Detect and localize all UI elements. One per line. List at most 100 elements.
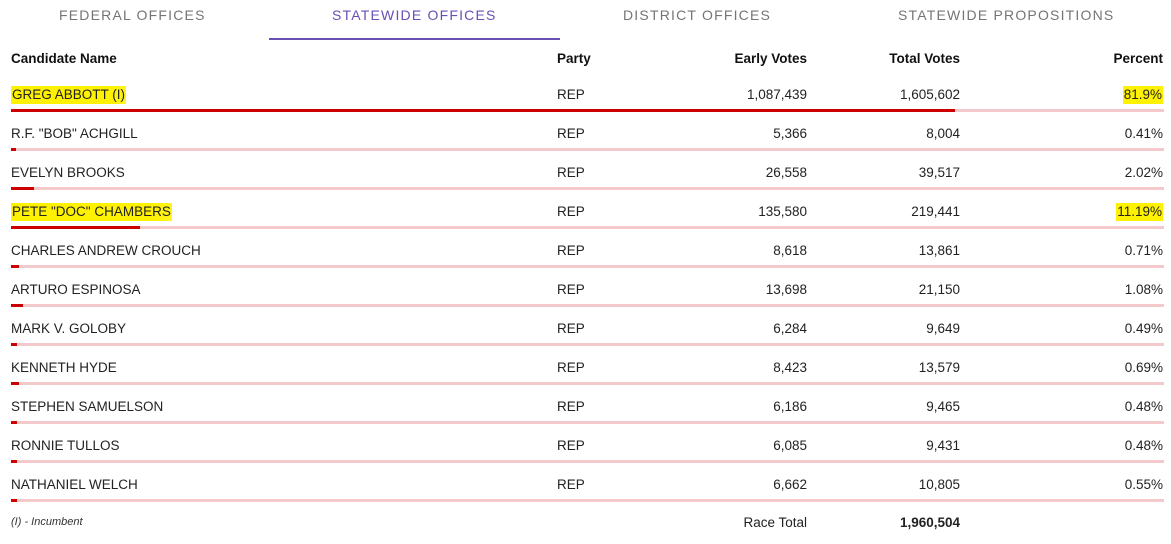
early-votes: 8,618 bbox=[773, 243, 807, 258]
candidate-name: ARTURO ESPINOSA bbox=[11, 282, 141, 297]
candidate-party: REP bbox=[557, 165, 585, 180]
candidate-party: REP bbox=[557, 477, 585, 492]
candidate-name: PETE "DOC" CHAMBERS bbox=[11, 203, 172, 221]
candidate-name: MARK V. GOLOBY bbox=[11, 321, 127, 336]
vote-share-bar-track bbox=[11, 343, 1164, 346]
candidate-name: KENNETH HYDE bbox=[11, 360, 117, 375]
vote-share-bar-track bbox=[11, 226, 1164, 229]
total-votes: 9,465 bbox=[926, 399, 960, 414]
vote-share-bar-track bbox=[11, 460, 1164, 463]
percent-value: 0.41% bbox=[1124, 126, 1163, 141]
candidate-party: REP bbox=[557, 282, 585, 297]
vote-share-bar-track bbox=[11, 148, 1164, 151]
percent-value: 0.55% bbox=[1124, 477, 1163, 492]
vote-share-bar-track bbox=[11, 382, 1164, 385]
candidate-name: STEPHEN SAMUELSON bbox=[11, 399, 164, 414]
vote-share-bar-track bbox=[11, 304, 1164, 307]
vote-share-bar bbox=[11, 421, 17, 424]
total-votes: 13,579 bbox=[918, 360, 960, 375]
vote-share-bar bbox=[11, 265, 20, 268]
early-votes: 6,662 bbox=[773, 477, 807, 492]
early-votes: 26,558 bbox=[765, 165, 807, 180]
early-votes: 13,698 bbox=[765, 282, 807, 297]
race-total-label: Race Total bbox=[743, 515, 807, 530]
candidate-party: REP bbox=[557, 243, 585, 258]
candidate-party: REP bbox=[557, 126, 585, 141]
total-votes: 9,649 bbox=[926, 321, 960, 336]
table-row: KENNETH HYDE REP 8,423 13,579 0.69% bbox=[0, 359, 1171, 398]
percent-value: 0.71% bbox=[1124, 243, 1163, 258]
table-row: RONNIE TULLOS REP 6,085 9,431 0.48% bbox=[0, 437, 1171, 476]
vote-share-bar bbox=[11, 109, 956, 112]
header-percent[interactable]: Percent bbox=[1113, 51, 1163, 66]
candidate-name: RONNIE TULLOS bbox=[11, 438, 120, 453]
percent-value: 0.49% bbox=[1124, 321, 1163, 336]
percent-value: 2.02% bbox=[1124, 165, 1163, 180]
vote-share-bar bbox=[11, 187, 35, 190]
table-row: PETE "DOC" CHAMBERS REP 135,580 219,441 11.1… bbox=[0, 203, 1171, 242]
candidate-name: EVELYN BROOKS bbox=[11, 165, 125, 180]
candidate-party: REP bbox=[557, 438, 585, 453]
candidate-party: REP bbox=[557, 399, 585, 414]
vote-share-bar-track bbox=[11, 499, 1164, 502]
total-votes: 8,004 bbox=[926, 126, 960, 141]
table-row: NATHANIEL WELCH REP 6,662 10,805 0.55% bbox=[0, 476, 1171, 515]
percent-value: 81.9% bbox=[1122, 86, 1163, 104]
vote-share-bar bbox=[11, 343, 17, 346]
tab-district-offices[interactable]: DISTRICT OFFICES bbox=[623, 7, 771, 23]
table-row: MARK V. GOLOBY REP 6,284 9,649 0.49% bbox=[0, 320, 1171, 359]
candidate-name: CHARLES ANDREW CROUCH bbox=[11, 243, 201, 258]
early-votes: 5,366 bbox=[773, 126, 807, 141]
early-votes: 8,423 bbox=[773, 360, 807, 375]
table-row: GREG ABBOTT (I) REP 1,087,439 1,605,602 81.9… bbox=[0, 86, 1171, 125]
early-votes: 6,186 bbox=[773, 399, 807, 414]
candidate-name: NATHANIEL WELCH bbox=[11, 477, 138, 492]
header-total-votes[interactable]: Total Votes bbox=[889, 51, 960, 66]
early-votes: 1,087,439 bbox=[746, 87, 807, 102]
table-row: EVELYN BROOKS REP 26,558 39,517 2.02% bbox=[0, 164, 1171, 203]
total-votes: 1,605,602 bbox=[899, 87, 960, 102]
total-votes: 39,517 bbox=[918, 165, 960, 180]
vote-share-bar-track bbox=[11, 421, 1164, 424]
tab-statewide-offices[interactable]: STATEWIDE OFFICES bbox=[332, 7, 497, 23]
header-party[interactable]: Party bbox=[557, 51, 591, 66]
percent-value: 11.19% bbox=[1116, 203, 1163, 221]
candidate-party: REP bbox=[557, 360, 585, 375]
early-votes: 6,284 bbox=[773, 321, 807, 336]
vote-share-bar bbox=[11, 304, 24, 307]
percent-value: 1.08% bbox=[1124, 282, 1163, 297]
early-votes: 6,085 bbox=[773, 438, 807, 453]
tab-federal-offices[interactable]: FEDERAL OFFICES bbox=[59, 7, 206, 23]
total-votes: 10,805 bbox=[918, 477, 960, 492]
header-early-votes[interactable]: Early Votes bbox=[734, 51, 807, 66]
candidate-name: R.F. "BOB" ACHGILL bbox=[11, 126, 138, 141]
table-row: STEPHEN SAMUELSON REP 6,186 9,465 0.48% bbox=[0, 398, 1171, 437]
candidate-party: REP bbox=[557, 204, 585, 219]
vote-share-bar-track bbox=[11, 109, 1164, 112]
percent-value: 0.48% bbox=[1124, 399, 1163, 414]
race-total-value: 1,960,504 bbox=[899, 515, 960, 530]
header-candidate-name[interactable]: Candidate Name bbox=[11, 51, 117, 66]
office-tabs: FEDERAL OFFICES STATEWIDE OFFICES DISTRI… bbox=[0, 0, 1171, 40]
incumbent-note: (I) - Incumbent bbox=[11, 516, 83, 528]
vote-share-bar-track bbox=[11, 187, 1164, 190]
table-row: R.F. "BOB" ACHGILL REP 5,366 8,004 0.41% bbox=[0, 125, 1171, 164]
candidate-party: REP bbox=[557, 321, 585, 336]
early-votes: 135,580 bbox=[758, 204, 807, 219]
vote-share-bar bbox=[11, 382, 19, 385]
vote-share-bar bbox=[11, 148, 16, 151]
total-votes: 21,150 bbox=[918, 282, 960, 297]
table-row: ARTURO ESPINOSA REP 13,698 21,150 1.08% bbox=[0, 281, 1171, 320]
tab-statewide-propositions[interactable]: STATEWIDE PROPOSITIONS bbox=[898, 7, 1114, 23]
total-votes: 13,861 bbox=[918, 243, 960, 258]
percent-value: 0.69% bbox=[1124, 360, 1163, 375]
total-votes: 219,441 bbox=[911, 204, 960, 219]
vote-share-bar bbox=[11, 499, 18, 502]
candidate-name: GREG ABBOTT (I) bbox=[11, 86, 127, 104]
active-tab-indicator bbox=[269, 38, 560, 40]
percent-value: 0.48% bbox=[1124, 438, 1163, 453]
candidate-party: REP bbox=[557, 87, 585, 102]
total-votes: 9,431 bbox=[926, 438, 960, 453]
vote-share-bar bbox=[11, 226, 141, 229]
table-row: CHARLES ANDREW CROUCH REP 8,618 13,861 0.71% bbox=[0, 242, 1171, 281]
